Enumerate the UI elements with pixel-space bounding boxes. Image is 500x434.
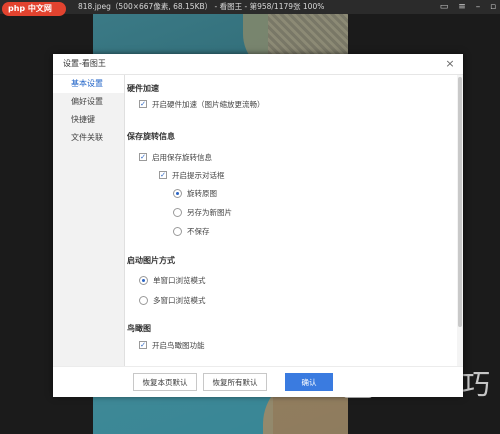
checkbox-checked-icon: ✓ <box>139 341 147 349</box>
scrollbar-thumb[interactable] <box>458 77 462 327</box>
settings-scrollbar[interactable] <box>457 75 463 366</box>
nav-item-shortcuts[interactable]: 快捷键 <box>53 111 124 129</box>
radio-icon <box>173 226 182 236</box>
section-open-mode: 启动图片方式 <box>127 256 175 265</box>
site-logo: php 中文网 <box>2 2 66 16</box>
radio-icon <box>139 295 148 305</box>
settings-nav: 基本设置 偏好设置 快捷键 文件关联 <box>53 75 125 366</box>
minimize-icon[interactable]: – <box>471 0 485 14</box>
section-birdseye: 鸟瞰图 <box>127 324 151 333</box>
confirm-button[interactable]: 确认 <box>285 373 333 391</box>
hw-accel-checkbox[interactable]: ✓ 开启硬件加速（图片缩放更流畅） <box>139 99 265 111</box>
radio-multi-window[interactable]: 多窗口浏览模式 <box>139 295 206 307</box>
birdseye-checkbox[interactable]: ✓ 开启鸟瞰图功能 <box>139 340 205 352</box>
radio-no-save[interactable]: 不保存 <box>173 226 210 238</box>
viewer-titlebar: 818.jpeg（500×667像素, 68.15KB） - 看图王 - 第95… <box>0 0 500 14</box>
checkbox-checked-icon: ✓ <box>139 100 147 108</box>
nav-item-basic[interactable]: 基本设置 <box>53 75 124 93</box>
checkbox-checked-icon: ✓ <box>159 171 167 179</box>
feedback-icon[interactable]: ▭ <box>437 0 451 14</box>
rotate-enable-checkbox[interactable]: ✓ 启用保存旋转信息 <box>139 152 212 164</box>
radio-save-as-new[interactable]: 另存为新图片 <box>173 207 232 219</box>
restore-page-default-button[interactable]: 恢复本页默认 <box>133 373 197 391</box>
radio-selected-icon <box>173 188 182 198</box>
maximize-icon[interactable]: ▫ <box>486 0 500 14</box>
dialog-footer: 恢复本页默认 恢复所有默认 确认 <box>53 366 463 397</box>
settings-content: 硬件加速 ✓ 开启硬件加速（图片缩放更流畅） 保存旋转信息 ✓ 启用保存旋转信息 ✓… <box>125 75 455 366</box>
nav-item-file-assoc[interactable]: 文件关联 <box>53 129 124 147</box>
menu-icon[interactable]: ≡ <box>455 0 469 14</box>
nav-item-preference[interactable]: 偏好设置 <box>53 93 124 111</box>
section-rotate: 保存旋转信息 <box>127 132 175 141</box>
section-hw-accel: 硬件加速 <box>127 84 159 93</box>
viewer-title: 818.jpeg（500×667像素, 68.15KB） - 看图王 - 第95… <box>78 2 325 11</box>
radio-rotate-original[interactable]: 旋转原图 <box>173 188 217 200</box>
dialog-title: 设置-看图王 <box>63 59 106 68</box>
radio-icon <box>173 207 182 217</box>
radio-selected-icon <box>139 275 148 285</box>
restore-all-default-button[interactable]: 恢复所有默认 <box>203 373 267 391</box>
checkbox-checked-icon: ✓ <box>139 153 147 161</box>
radio-single-window[interactable]: 单窗口浏览模式 <box>139 275 206 287</box>
rotate-prompt-checkbox[interactable]: ✓ 开启提示对话框 <box>159 170 225 182</box>
close-icon[interactable]: × <box>443 57 457 71</box>
settings-dialog: 设置-看图王 × 基本设置 偏好设置 快捷键 文件关联 硬件加速 ✓ 开启硬件加速… <box>53 54 463 397</box>
dialog-header: 设置-看图王 × <box>53 54 463 75</box>
